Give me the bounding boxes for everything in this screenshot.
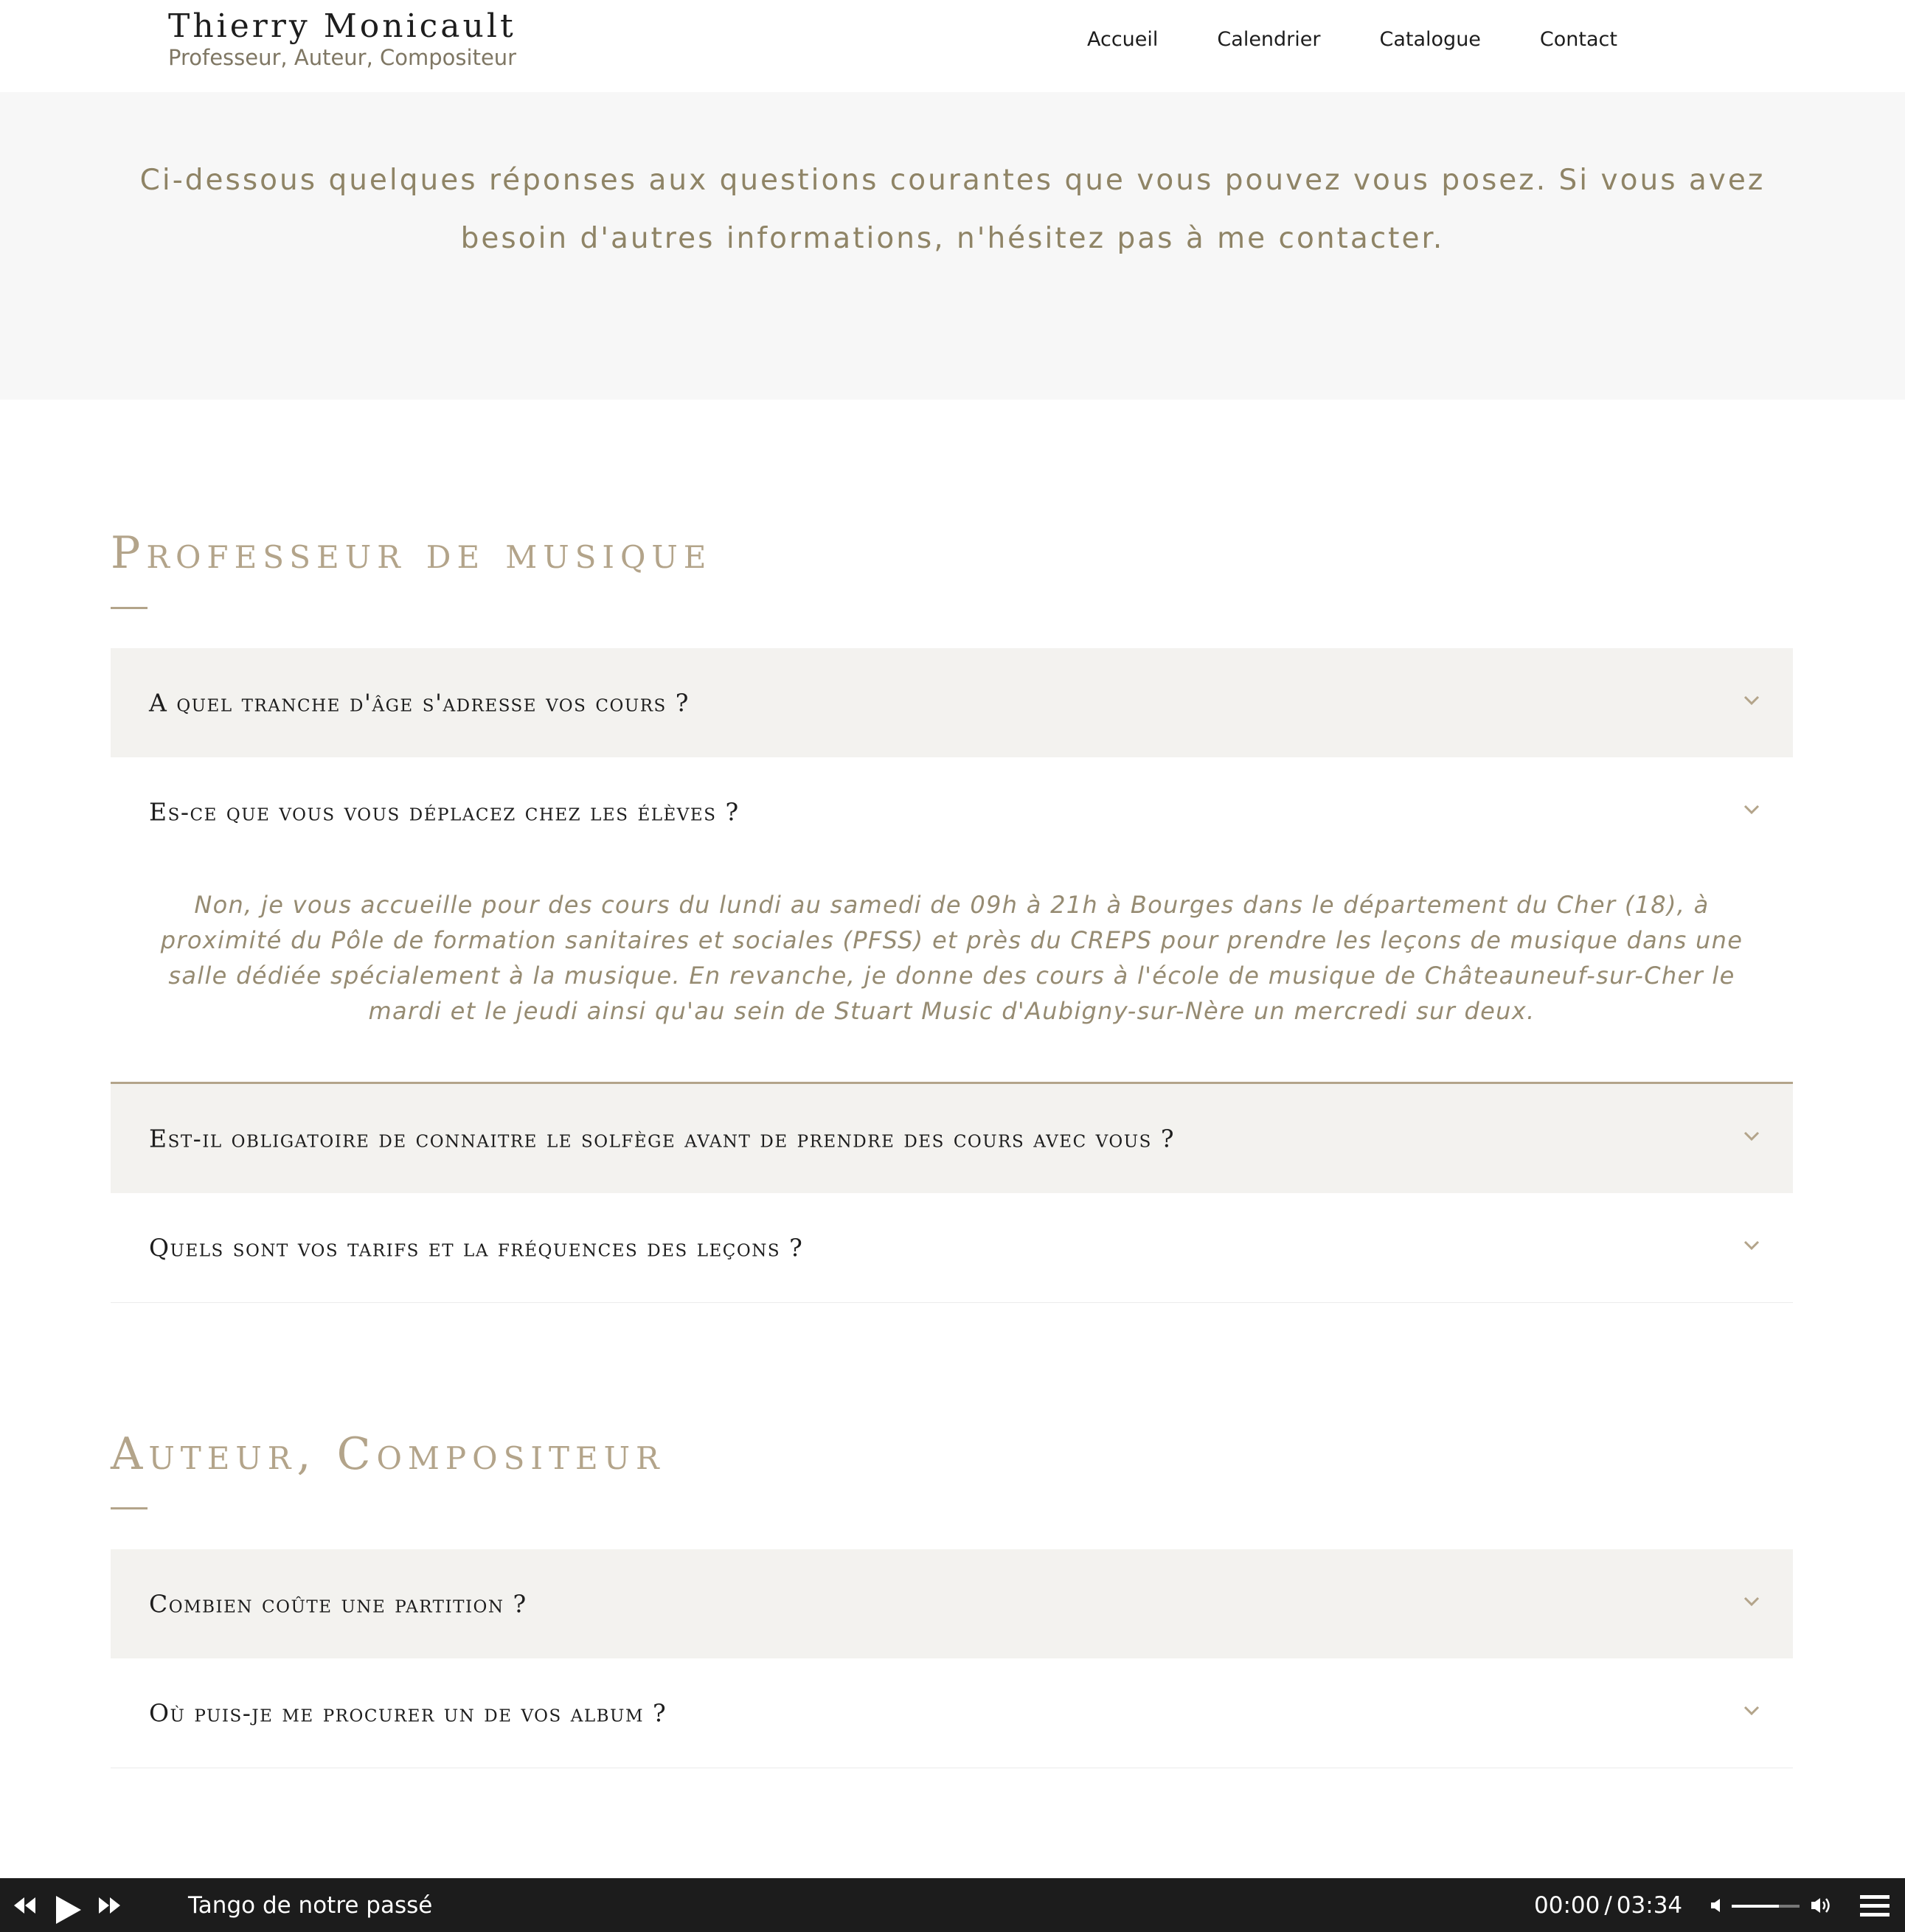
section-title-auteur: Auteur, Compositeur [111, 1428, 665, 1480]
nav-calendrier[interactable]: Calendrier [1217, 28, 1320, 51]
chevron-down-icon[interactable] [1743, 695, 1760, 706]
faq-question-toggle[interactable]: Où puis-je me procurer un de vos album ? [111, 1658, 1793, 1768]
volume-level [1732, 1905, 1780, 1908]
nav-contact[interactable]: Contact [1540, 28, 1617, 51]
faq-item: A quel tranche d'âge s'adresse vos cours… [111, 648, 1793, 757]
intro-text: Ci-dessous quelques réponses aux questio… [139, 164, 1766, 255]
section-title-professeur: Professeur de musique [111, 527, 712, 579]
faq-answer-panel: Non, je vous accueille pour des cours du… [111, 866, 1793, 1084]
time-display: 00:00/03:34 [1534, 1892, 1682, 1919]
faq-question: Combien coûte une partition ? [149, 1589, 527, 1619]
site-tagline: Professeur, Auteur, Compositeur [168, 45, 517, 70]
faq-accordion-professeur: A quel tranche d'âge s'adresse vos cours… [111, 648, 1793, 1303]
chevron-down-icon[interactable] [1743, 1596, 1760, 1607]
main-nav: Accueil Calendrier Catalogue Contact [1087, 28, 1617, 51]
chevron-down-icon[interactable] [1743, 1706, 1760, 1716]
playlist-menu-icon[interactable] [1859, 1893, 1891, 1919]
site-logo[interactable]: Thierry Monicault Professeur, Auteur, Co… [168, 10, 516, 69]
faq-accordion-auteur: Combien coûte une partition ? Où puis-je… [111, 1549, 1793, 1768]
nav-accueil[interactable]: Accueil [1087, 28, 1158, 51]
chevron-down-icon[interactable] [1743, 805, 1760, 815]
faq-question-toggle[interactable]: Combien coûte une partition ? [111, 1549, 1793, 1658]
faq-item: Combien coûte une partition ? [111, 1549, 1793, 1658]
faq-item: Où puis-je me procurer un de vos album ? [111, 1658, 1793, 1768]
current-time: 00:00 [1534, 1891, 1600, 1919]
volume-high-icon[interactable] [1810, 1896, 1835, 1915]
faq-item: Quels sont vos tarifs et la fréquences d… [111, 1193, 1793, 1303]
next-icon[interactable] [97, 1896, 122, 1915]
previous-icon[interactable] [12, 1896, 37, 1915]
chevron-down-icon[interactable] [1743, 1131, 1760, 1142]
faq-question-toggle[interactable]: Quels sont vos tarifs et la fréquences d… [111, 1193, 1793, 1302]
nav-catalogue[interactable]: Catalogue [1380, 28, 1481, 51]
faq-question: Es-ce que vous vous déplacez chez les él… [149, 797, 740, 827]
faq-item: Est-il obligatoire de connaitre le solfè… [111, 1084, 1793, 1193]
site-name[interactable]: Thierry Monicault [168, 10, 516, 43]
section-divider [111, 1507, 148, 1509]
faq-question: Quels sont vos tarifs et la fréquences d… [149, 1233, 804, 1262]
play-icon[interactable] [55, 1894, 83, 1925]
faq-answer: Non, je vous accueille pour des cours du… [160, 891, 1743, 1025]
intro-band: Ci-dessous quelques réponses aux questio… [0, 92, 1905, 400]
chevron-down-icon[interactable] [1743, 1240, 1760, 1251]
audio-player-bar: Tango de notre passé 00:00/03:34 [0, 1878, 1905, 1932]
faq-item-expanded: Es-ce que vous vous déplacez chez les él… [111, 757, 1793, 1084]
faq-question-toggle[interactable]: A quel tranche d'âge s'adresse vos cours… [111, 648, 1793, 757]
duration: 03:34 [1616, 1891, 1683, 1919]
volume-slider[interactable] [1732, 1905, 1800, 1908]
time-separator: / [1604, 1891, 1612, 1919]
faq-question-toggle[interactable]: Es-ce que vous vous déplacez chez les él… [111, 757, 1793, 866]
faq-question-toggle[interactable]: Est-il obligatoire de connaitre le solfè… [111, 1084, 1793, 1193]
track-title: Tango de notre passé [188, 1891, 433, 1919]
faq-question: Est-il obligatoire de connaitre le solfè… [149, 1124, 1176, 1153]
faq-question: Où puis-je me procurer un de vos album ? [149, 1698, 667, 1728]
site-header: Thierry Monicault Professeur, Auteur, Co… [0, 0, 1905, 92]
volume-low-icon[interactable] [1710, 1897, 1726, 1914]
faq-question: A quel tranche d'âge s'adresse vos cours… [149, 688, 690, 717]
section-divider [111, 607, 148, 609]
